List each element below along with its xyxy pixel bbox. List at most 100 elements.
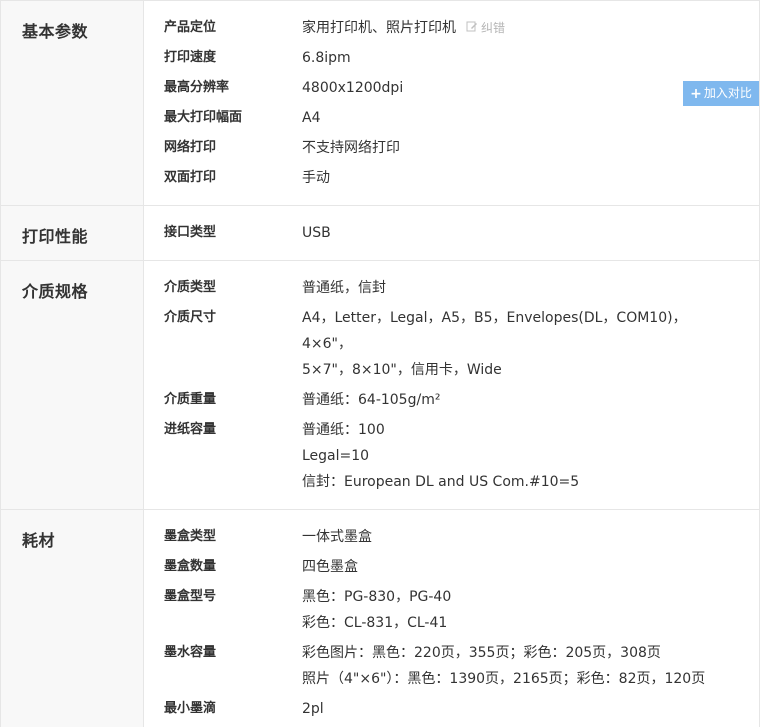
spec-table: 基本参数 产品定位 家用打印机、照片打印机 纠错打印速度 6.8ipm 最高分辨率 4800… [0, 0, 760, 727]
spec-label: 介质重量 [164, 392, 217, 407]
spec-value: 普通纸：64-105g/m² [302, 385, 759, 415]
spec-row: 墨水容量 彩色图片：黑色：220页，355页；彩色：205页，308页 照片（4"×… [144, 638, 759, 694]
spec-value-line: USB [302, 220, 729, 246]
spec-row: 接口类型 USB [144, 218, 759, 248]
spec-value-line: 家用打印机、照片打印机 纠错 [302, 15, 729, 41]
spec-value-line: 普通纸，信封 [302, 275, 729, 301]
spec-value: 不支持网络打印 [302, 133, 759, 163]
spec-value-line: 6.8ipm [302, 45, 729, 71]
spec-value-line: 4800x1200dpi [302, 75, 729, 101]
add-to-compare-label: 加入对比 [703, 86, 752, 100]
spec-value-line: 信封：European DL and US Com.#10=5 [302, 469, 729, 495]
spec-row: 介质尺寸 A4，Letter，Legal，A5，B5，Envelopes(DL，C… [144, 303, 759, 385]
spec-value: 黑色：PG-830，PG-40 彩色：CL-831，CL-41 [302, 582, 759, 638]
spec-label: 产品定位 [164, 20, 217, 35]
spec-value-text: 普通纸，信封 [302, 280, 386, 296]
spec-label: 最小墨滴 [164, 701, 217, 716]
spec-row: 进纸容量 普通纸：100 Legal=10 信封：European DL and US… [144, 415, 759, 497]
spec-value-text: 普通纸：64-105g/m² [302, 392, 441, 408]
spec-label: 墨盒数量 [164, 559, 217, 574]
spec-label: 墨盒类型 [164, 529, 217, 544]
spec-row: 墨盒类型 一体式墨盒 [144, 522, 759, 552]
spec-value-text: 4800x1200dpi [302, 80, 404, 96]
spec-value-line: 彩色图片：黑色：220页，355页；彩色：205页，308页 [302, 640, 729, 666]
spec-value-text: 手动 [302, 170, 330, 186]
spec-label: 网络打印 [164, 140, 217, 155]
spec-value-line: A4 [302, 105, 729, 131]
spec-row: 介质重量 普通纸：64-105g/m² [144, 385, 759, 415]
section-body: 介质类型 普通纸，信封介质尺寸 A4，Letter，Legal，A5，B5，Enve… [144, 261, 759, 509]
spec-value-line: 普通纸：64-105g/m² [302, 387, 729, 413]
spec-row: 墨盒数量 四色墨盒 [144, 552, 759, 582]
spec-value: 四色墨盒 [302, 552, 759, 582]
spec-value-line: 黑色：PG-830，PG-40 [302, 584, 729, 610]
spec-row: 打印速度 6.8ipm [144, 43, 759, 73]
spec-value-line: 彩色：CL-831，CL-41 [302, 610, 729, 636]
spec-value-line: 2pl [302, 696, 729, 722]
spec-row: 双面打印 手动 [144, 163, 759, 193]
spec-value-text: A4，Letter，Legal，A5，B5，Envelopes(DL，COM10… [302, 310, 687, 352]
spec-value-text: 家用打印机、照片打印机 [302, 20, 456, 36]
spec-label: 最大打印幅面 [164, 110, 243, 125]
spec-value-line: 一体式墨盒 [302, 524, 729, 550]
spec-value-text: 不支持网络打印 [302, 140, 400, 156]
spec-row: 最高分辨率 4800x1200dpi [144, 73, 759, 103]
spec-value-line: 5×7"，8×10"，信用卡，Wide [302, 357, 729, 383]
spec-row: 最小墨滴 2pl [144, 694, 759, 724]
spec-value: USB [302, 218, 759, 248]
spec-value: 彩色图片：黑色：220页，355页；彩色：205页，308页照片（4"×6"）：… [302, 638, 759, 694]
spec-value: A4 [302, 103, 759, 133]
spec-value-text: 信封：European DL and US Com.#10=5 [302, 474, 580, 490]
spec-value-line: 不支持网络打印 [302, 135, 729, 161]
section-body: 产品定位 家用打印机、照片打印机 纠错打印速度 6.8ipm 最高分辨率 4800x120… [144, 1, 759, 205]
spec-value-text: 彩色：CL-831，CL-41 [302, 615, 448, 631]
spec-value-text: 四色墨盒 [302, 559, 358, 575]
spec-value: A4，Letter，Legal，A5，B5，Envelopes(DL，COM10… [302, 303, 759, 385]
spec-value-text: USB [302, 225, 331, 241]
spec-label: 进纸容量 [164, 422, 217, 437]
spec-value: 2pl [302, 694, 759, 724]
section-body: 墨盒类型 一体式墨盒墨盒数量 四色墨盒墨盒型号 黑色：PG-830，PG-40 彩色：C… [144, 510, 759, 727]
spec-row: 最大打印幅面 A4 [144, 103, 759, 133]
spec-label: 介质类型 [164, 280, 217, 295]
section-title: 介质规格 [1, 261, 144, 509]
spec-row: 介质类型 普通纸，信封 [144, 273, 759, 303]
section-title: 耗材 [1, 510, 144, 727]
spec-value: 手动 [302, 163, 759, 193]
spec-value: 一体式墨盒 [302, 522, 759, 552]
spec-label: 双面打印 [164, 170, 217, 185]
spec-value-text: 普通纸：100 [302, 422, 385, 438]
add-to-compare-button[interactable]: + 加入对比 [683, 81, 759, 106]
spec-value-text: 2pl [302, 701, 324, 717]
spec-value-text: Legal=10 [302, 448, 370, 464]
spec-row: 产品定位 家用打印机、照片打印机 纠错 [144, 13, 759, 43]
spec-value-line: A4，Letter，Legal，A5，B5，Envelopes(DL，COM10… [302, 305, 729, 357]
spec-value: 家用打印机、照片打印机 纠错 [302, 13, 759, 43]
section-body: 接口类型 USB [144, 206, 759, 260]
spec-section: 基本参数 产品定位 家用打印机、照片打印机 纠错打印速度 6.8ipm 最高分辨率 4800… [1, 1, 759, 206]
spec-value: 6.8ipm [302, 43, 759, 73]
section-title: 基本参数 [1, 1, 144, 205]
edit-icon [466, 15, 478, 41]
spec-value-line: 四色墨盒 [302, 554, 729, 580]
spec-value-text: 照片（4"×6"）：黑色：1390页，2165页；彩色：82页，120页 [302, 671, 706, 687]
spec-label: 墨盒型号 [164, 589, 217, 604]
spec-section: 介质规格 介质类型 普通纸，信封介质尺寸 A4，Letter，Legal，A5，B5，… [1, 261, 759, 510]
section-title: 打印性能 [1, 206, 144, 260]
spec-value-line: Legal=10 [302, 443, 729, 469]
spec-row: 网络打印 不支持网络打印 [144, 133, 759, 163]
spec-section: 打印性能 接口类型 USB [1, 206, 759, 261]
spec-value-line: 手动 [302, 165, 729, 191]
plus-icon: + [690, 85, 702, 102]
spec-value-text: 5×7"，8×10"，信用卡，Wide [302, 362, 502, 378]
spec-value-line: 普通纸：100 [302, 417, 729, 443]
spec-value: 普通纸：100 Legal=10 信封：European DL and US Com… [302, 415, 759, 497]
spec-label: 介质尺寸 [164, 310, 217, 325]
correct-error-link[interactable]: 纠错 [466, 15, 505, 41]
spec-value-line: 照片（4"×6"）：黑色：1390页，2165页；彩色：82页，120页 [302, 666, 729, 692]
spec-value-text: 彩色图片：黑色：220页，355页；彩色：205页，308页 [302, 645, 661, 661]
spec-value-text: A4 [302, 110, 321, 126]
spec-value-text: 黑色：PG-830，PG-40 [302, 589, 452, 605]
spec-label: 最高分辨率 [164, 80, 230, 95]
spec-label: 打印速度 [164, 50, 217, 65]
